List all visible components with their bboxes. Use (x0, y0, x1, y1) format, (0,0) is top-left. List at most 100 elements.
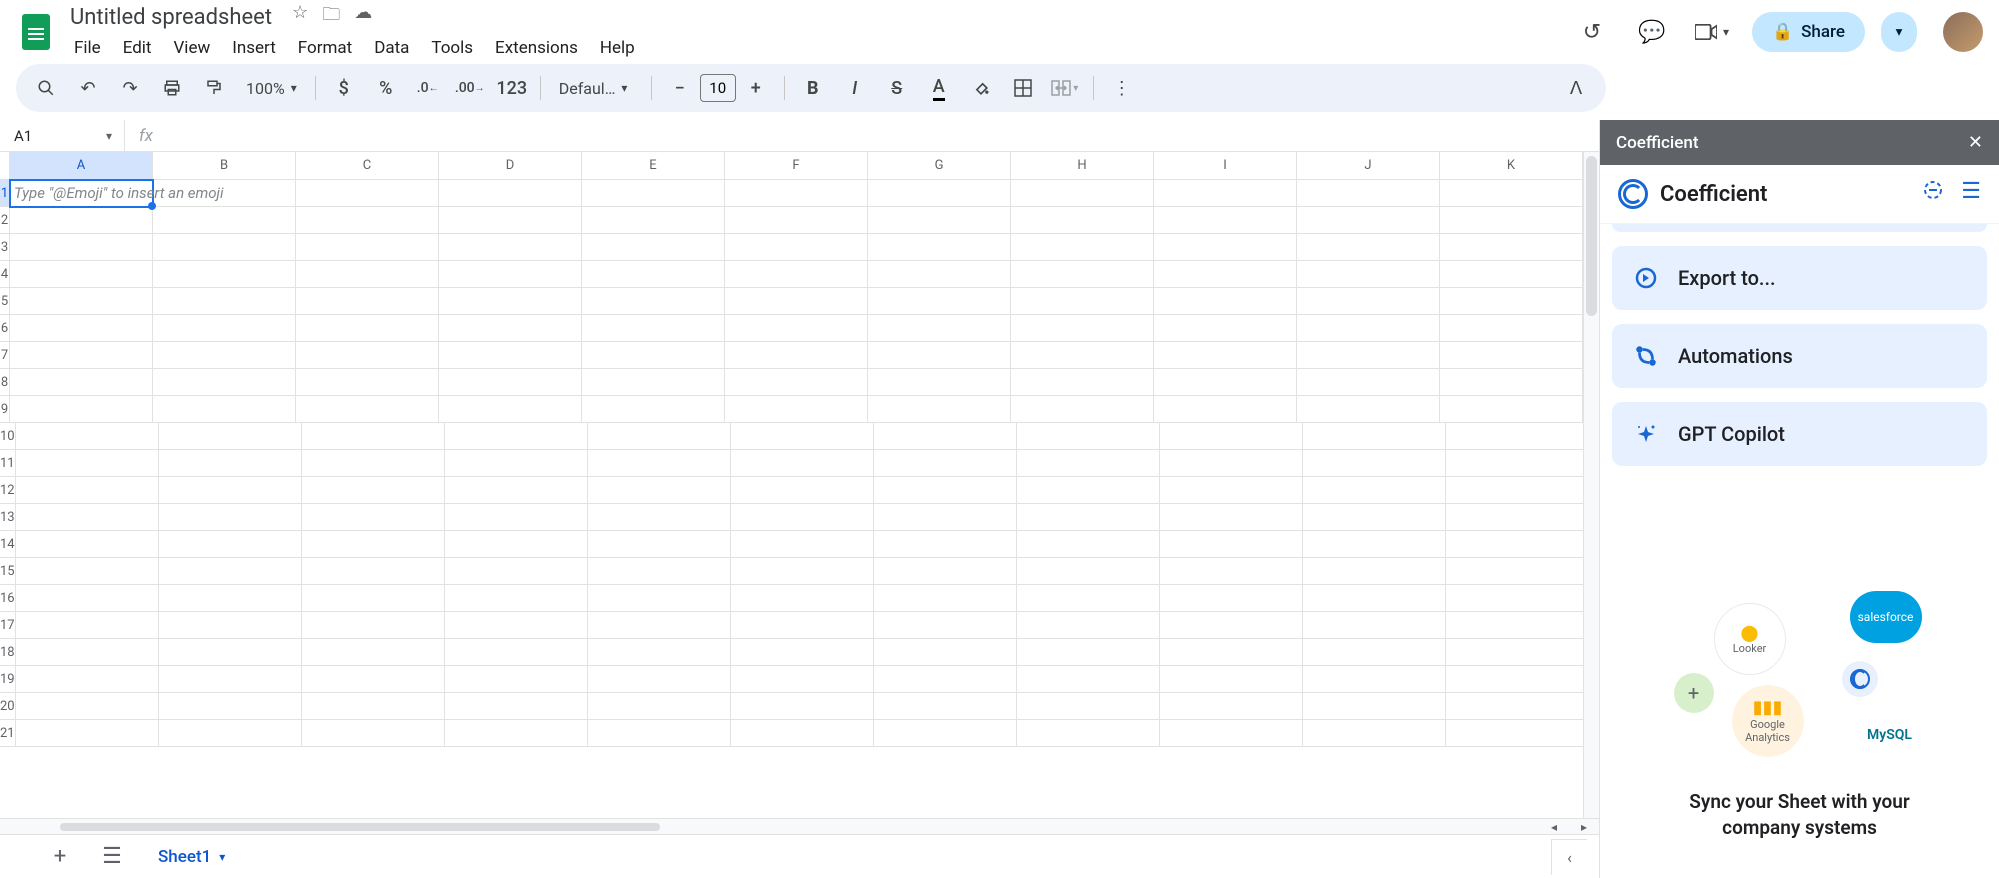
cell-A7[interactable] (10, 342, 153, 369)
cell-H11[interactable] (1017, 450, 1160, 477)
cell-J2[interactable] (1297, 207, 1440, 234)
row-header-21[interactable]: 21 (0, 720, 16, 747)
cell-D19[interactable] (445, 666, 588, 693)
cell-E1[interactable] (582, 180, 725, 207)
row-header-4[interactable]: 4 (0, 261, 10, 288)
cell-G18[interactable] (874, 639, 1017, 666)
cell-J14[interactable] (1303, 531, 1446, 558)
cell-H3[interactable] (1011, 234, 1154, 261)
row-header-16[interactable]: 16 (0, 585, 16, 612)
cell-I17[interactable] (1160, 612, 1303, 639)
cell-A11[interactable] (16, 450, 159, 477)
cell-E15[interactable] (588, 558, 731, 585)
cell-J8[interactable] (1297, 369, 1440, 396)
cell-A4[interactable] (10, 261, 153, 288)
star-icon[interactable]: ☆ (292, 2, 308, 32)
cell-F2[interactable] (725, 207, 868, 234)
more-formats-button[interactable]: 123 (494, 70, 530, 106)
cell-G3[interactable] (868, 234, 1011, 261)
cell-B5[interactable] (153, 288, 296, 315)
cell-H14[interactable] (1017, 531, 1160, 558)
cell-A1[interactable]: Type "@Emoji" to insert an emoji (10, 180, 153, 207)
redo-button[interactable]: ↷ (112, 70, 148, 106)
cell-J12[interactable] (1303, 477, 1446, 504)
cell-G5[interactable] (868, 288, 1011, 315)
column-header-E[interactable]: E (582, 152, 725, 179)
font-size-input[interactable] (700, 74, 736, 102)
cell-C20[interactable] (302, 693, 445, 720)
cell-F1[interactable] (725, 180, 868, 207)
cell-J17[interactable] (1303, 612, 1446, 639)
cell-B14[interactable] (159, 531, 302, 558)
cell-D10[interactable] (445, 423, 588, 450)
cloud-status-icon[interactable]: ☁ (354, 2, 372, 32)
increase-decimal-button[interactable]: .00→ (452, 70, 488, 106)
cell-E13[interactable] (588, 504, 731, 531)
cell-D11[interactable] (445, 450, 588, 477)
chat-icon[interactable] (1921, 179, 1945, 209)
cell-B3[interactable] (153, 234, 296, 261)
cell-B18[interactable] (159, 639, 302, 666)
column-header-J[interactable]: J (1297, 152, 1440, 179)
cell-G17[interactable] (874, 612, 1017, 639)
cell-A18[interactable] (16, 639, 159, 666)
text-color-button[interactable]: A (921, 70, 957, 106)
cell-D14[interactable] (445, 531, 588, 558)
cell-K13[interactable] (1446, 504, 1583, 531)
cell-K8[interactable] (1440, 369, 1583, 396)
cell-E6[interactable] (582, 315, 725, 342)
font-family-select[interactable]: Defaul… ▾ (551, 79, 641, 98)
cell-F13[interactable] (731, 504, 874, 531)
cell-I1[interactable] (1154, 180, 1297, 207)
cell-I13[interactable] (1160, 504, 1303, 531)
cell-J11[interactable] (1303, 450, 1446, 477)
cell-B2[interactable] (153, 207, 296, 234)
decrease-decimal-button[interactable]: .0← (410, 70, 446, 106)
cell-G20[interactable] (874, 693, 1017, 720)
cell-C19[interactable] (302, 666, 445, 693)
cell-F9[interactable] (725, 396, 868, 423)
horizontal-scrollbar[interactable] (60, 821, 1479, 833)
cell-G10[interactable] (874, 423, 1017, 450)
cell-F6[interactable] (725, 315, 868, 342)
cell-J19[interactable] (1303, 666, 1446, 693)
sheets-logo[interactable] (16, 12, 56, 52)
cell-J1[interactable] (1297, 180, 1440, 207)
cell-D3[interactable] (439, 234, 582, 261)
cell-A8[interactable] (10, 369, 153, 396)
cell-E9[interactable] (582, 396, 725, 423)
close-icon[interactable]: ✕ (1968, 132, 1983, 153)
cell-G7[interactable] (868, 342, 1011, 369)
cell-E7[interactable] (582, 342, 725, 369)
cell-F4[interactable] (725, 261, 868, 288)
cell-H9[interactable] (1011, 396, 1154, 423)
cell-F15[interactable] (731, 558, 874, 585)
row-header-14[interactable]: 14 (0, 531, 16, 558)
bold-button[interactable]: B (795, 70, 831, 106)
search-icon[interactable] (28, 70, 64, 106)
move-icon[interactable]: 🗀 (322, 2, 340, 32)
cell-E19[interactable] (588, 666, 731, 693)
cell-D17[interactable] (445, 612, 588, 639)
cell-H15[interactable] (1017, 558, 1160, 585)
cell-K4[interactable] (1440, 261, 1583, 288)
cell-A16[interactable] (16, 585, 159, 612)
strikethrough-button[interactable]: S (879, 70, 915, 106)
cell-C16[interactable] (302, 585, 445, 612)
cell-D5[interactable] (439, 288, 582, 315)
column-header-A[interactable]: A (10, 152, 153, 179)
cell-K16[interactable] (1446, 585, 1583, 612)
cell-A6[interactable] (10, 315, 153, 342)
fill-handle[interactable] (148, 202, 156, 210)
cell-A20[interactable] (16, 693, 159, 720)
cell-C18[interactable] (302, 639, 445, 666)
row-header-13[interactable]: 13 (0, 504, 16, 531)
cell-F5[interactable] (725, 288, 868, 315)
cell-I18[interactable] (1160, 639, 1303, 666)
cell-J9[interactable] (1297, 396, 1440, 423)
cell-H2[interactable] (1011, 207, 1154, 234)
cell-A21[interactable] (16, 720, 159, 747)
zoom-select[interactable]: 100% ▾ (238, 79, 305, 98)
row-header-9[interactable]: 9 (0, 396, 10, 423)
history-icon[interactable]: ↺ (1572, 12, 1612, 52)
